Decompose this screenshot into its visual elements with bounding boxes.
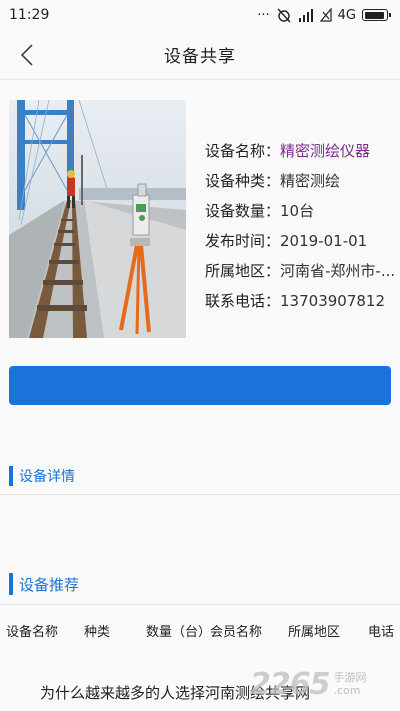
- device-info: 设备名称： 精密测绘仪器 设备种类： 精密测绘 设备数量： 10台 发布时间： …: [205, 140, 395, 320]
- device-type-value: 精密测绘: [280, 172, 341, 190]
- watermark-suffix: .com: [333, 684, 361, 697]
- status-bar: 11:29 ··· 4G: [0, 0, 400, 30]
- device-type-label: 设备种类：: [205, 172, 281, 190]
- column-phone: 电话: [368, 625, 395, 640]
- signal-icon: [298, 9, 313, 22]
- recommend-table-header: 设备名称 种类 数量（台） 会员名称 所属地区 电话: [0, 618, 400, 642]
- back-button[interactable]: [14, 42, 40, 68]
- section-details-title: 设备详情: [19, 469, 75, 485]
- column-device-name: 设备名称: [6, 625, 59, 640]
- watermark-label: 手游网: [333, 671, 367, 684]
- publish-time-label: 发布时间：: [205, 232, 281, 250]
- action-button[interactable]: [9, 366, 391, 405]
- nav-bar: 设备共享: [0, 30, 400, 80]
- publish-time-value: 2019-01-01: [280, 232, 368, 250]
- status-icons: ··· 4G: [257, 7, 391, 23]
- section-recommend-divider: [0, 604, 400, 605]
- phone-row: 联系电话： 13703907812: [205, 290, 395, 320]
- chevron-left-icon: [20, 44, 33, 66]
- column-member-name: 会员名称: [210, 625, 263, 640]
- device-quantity-row: 设备数量： 10台: [205, 200, 395, 230]
- more-dots-icon: ···: [257, 7, 270, 23]
- phone-label: 联系电话：: [205, 292, 281, 310]
- device-quantity-label: 设备数量：: [205, 202, 281, 220]
- network-type: 4G: [337, 7, 356, 23]
- watermark-number: 2265: [250, 666, 330, 702]
- device-type-row: 设备种类： 精密测绘: [205, 170, 395, 200]
- device-photo: [9, 100, 186, 338]
- page-title: 设备共享: [164, 47, 236, 67]
- section-details-divider: [0, 494, 400, 495]
- device-quantity-value: 10台: [280, 202, 315, 220]
- publish-time-row: 发布时间： 2019-01-01: [205, 230, 395, 260]
- device-name-row: 设备名称： 精密测绘仪器: [205, 140, 395, 170]
- column-quantity: 数量（台）: [146, 625, 212, 640]
- section-details: 设备详情: [0, 465, 400, 487]
- phone-value[interactable]: 13703907812: [280, 290, 385, 320]
- battery-icon: [362, 9, 391, 21]
- region-row: 所属地区： 河南省-郑州市-...: [205, 260, 395, 290]
- section-recommend-marker: [9, 573, 13, 595]
- region-label: 所属地区：: [205, 262, 281, 280]
- device-name-value: 精密测绘仪器: [280, 142, 371, 160]
- region-value: 河南省-郑州市-...: [280, 262, 396, 280]
- alarm-off-icon: [277, 8, 291, 23]
- section-details-marker: [9, 466, 13, 486]
- section-recommend-title: 设备推荐: [19, 575, 80, 594]
- device-name-label: 设备名称：: [205, 142, 281, 160]
- signal-off-icon: [319, 8, 332, 22]
- watermark-logo: 2265 手游网 .com: [250, 660, 400, 708]
- column-type: 种类: [84, 625, 111, 640]
- column-region: 所属地区: [288, 625, 341, 640]
- status-time: 11:29: [9, 7, 50, 23]
- section-recommend: 设备推荐: [0, 572, 400, 596]
